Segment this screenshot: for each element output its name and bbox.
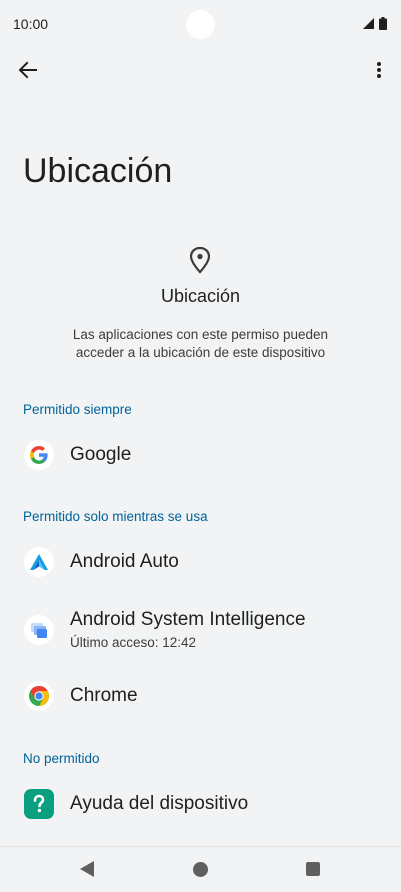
app-last-access: Último acceso: 12:42 — [70, 635, 197, 650]
more-vert-icon — [377, 62, 381, 78]
header-description: Las aplicaciones con este permiso pueden… — [40, 326, 361, 362]
nav-home-icon[interactable] — [193, 862, 208, 877]
app-name: Android System Intelligence — [70, 609, 306, 630]
section-label-while-in-use: Permitido solo mientras se usa — [23, 509, 208, 524]
arrow-back-icon — [18, 61, 37, 79]
section-label-denied: No permitido — [23, 751, 100, 766]
app-name: Chrome — [70, 685, 138, 706]
location-pin-icon — [189, 246, 211, 274]
help-icon — [24, 789, 54, 819]
back-button[interactable] — [14, 56, 42, 84]
chrome-icon — [24, 681, 54, 711]
camera-cutout — [186, 10, 215, 39]
status-bar: 10:00 — [0, 0, 401, 48]
app-name: Android Auto — [70, 551, 179, 572]
signal-icon — [363, 18, 374, 29]
app-row-android-auto[interactable]: Android Auto — [0, 534, 401, 590]
app-bar — [0, 50, 401, 90]
nav-recents-icon[interactable] — [306, 862, 320, 876]
header-title: Ubicación — [160, 286, 241, 306]
header-description-line: Las aplicaciones con este permiso pueden — [72, 327, 329, 342]
page-title: Ubicación — [23, 152, 173, 190]
section-label-always: Permitido siempre — [23, 402, 132, 417]
status-time: 10:00 — [13, 16, 49, 32]
android-system-intelligence-icon — [24, 615, 54, 645]
navigation-bar — [0, 846, 401, 892]
app-row-google[interactable]: Google — [0, 427, 401, 483]
header-description-line: acceder a la ubicación de este dispositi… — [75, 345, 326, 360]
status-icons — [363, 17, 387, 30]
app-row-chrome[interactable]: Chrome — [0, 668, 401, 724]
app-name: Ayuda del dispositivo — [70, 793, 249, 814]
app-row-android-system-intelligence[interactable]: Android System Intelligence Último acces… — [0, 602, 401, 658]
more-options-button[interactable] — [367, 56, 391, 84]
battery-icon — [379, 17, 387, 30]
nav-back-icon[interactable] — [80, 861, 94, 877]
google-icon — [24, 440, 54, 470]
android-auto-icon — [24, 547, 54, 577]
app-name: Google — [70, 444, 132, 465]
app-row-device-help[interactable]: Ayuda del dispositivo — [0, 776, 401, 832]
